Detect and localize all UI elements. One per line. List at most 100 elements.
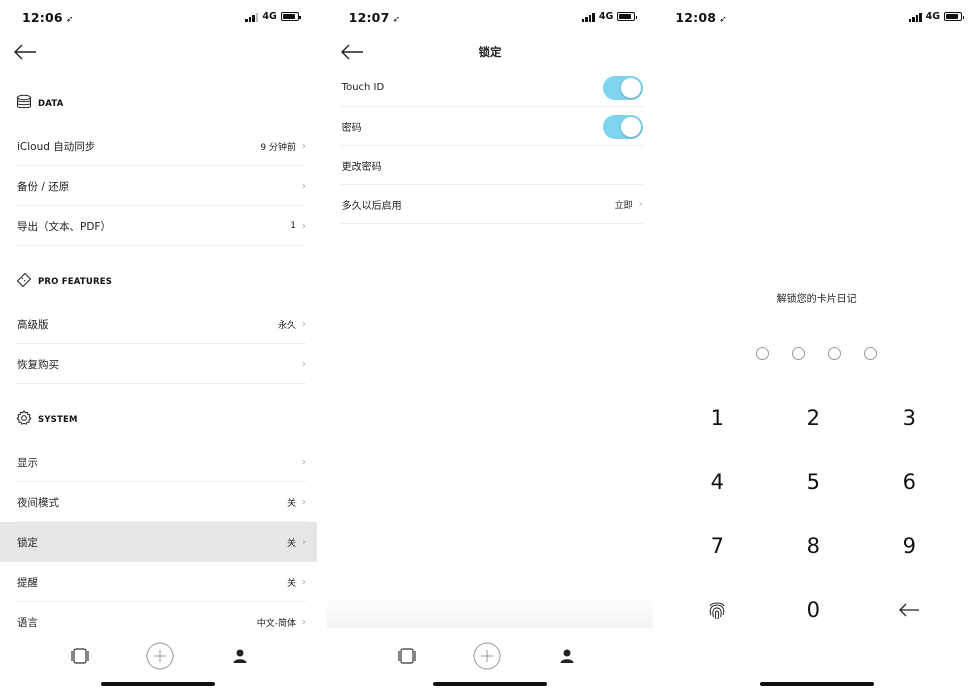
chevron-right-icon: › (302, 140, 306, 152)
pin-dot (792, 347, 806, 360)
unlock-prompt: 解锁您的卡片日记 (776, 294, 857, 305)
battery-icon (280, 12, 301, 21)
key-3[interactable]: 3 (879, 398, 939, 438)
row-reminder[interactable]: 提醒 关 › (0, 562, 317, 602)
row-value: 关 (286, 578, 296, 589)
network-label: 4G (262, 11, 277, 22)
location-icon: ➶ (719, 15, 727, 25)
row-touch-id: Touch ID (327, 68, 654, 107)
row-label: 提醒 (17, 576, 38, 589)
pin-dot (756, 347, 770, 360)
key-9[interactable]: 9 (879, 526, 939, 566)
row-label: 备份 / 还原 (17, 180, 70, 193)
row-premium[interactable]: 高级版 永久 › (0, 304, 317, 344)
row-export[interactable]: 导出（文本、PDF） 1 › (0, 206, 317, 246)
row-label: 显示 (17, 456, 38, 469)
touch-id-toggle[interactable] (602, 75, 643, 100)
row-value: 1 (290, 221, 296, 231)
row-value: 关 (286, 538, 296, 549)
row-change-passcode[interactable]: 更改密码 (327, 146, 654, 185)
back-arrow-icon[interactable] (879, 590, 939, 630)
key-8[interactable]: 8 (783, 526, 843, 566)
cards-icon[interactable] (66, 642, 94, 670)
profile-icon[interactable] (553, 642, 581, 670)
signal-icon (581, 12, 595, 22)
chevron-right-icon: › (302, 456, 306, 468)
lock-settings-screen: 12:07 ➶ 4G 锁定 Touch ID 密码 更改密码 多久以后启用 立即… (326, 0, 654, 692)
row-value: 永久 (277, 320, 296, 331)
network-label: 4G (598, 11, 614, 22)
settings-list: DATA iCloud 自动同步 9 分钟前 › 备份 / 还原 › 导出（文本… (0, 82, 317, 642)
row-require-after[interactable]: 多久以后启用 立即 › (327, 185, 654, 224)
row-lock[interactable]: 锁定 关 › (0, 522, 317, 562)
row-value: 关 (286, 498, 296, 509)
row-icloud-sync[interactable]: iCloud 自动同步 9 分钟前 › (0, 126, 317, 166)
location-icon: ➶ (392, 15, 401, 25)
lock-options-list: Touch ID 密码 更改密码 多久以后启用 立即 › (327, 68, 654, 224)
row-passcode: 密码 (327, 107, 654, 146)
chevron-right-icon: › (638, 199, 643, 210)
chevron-right-icon: › (302, 220, 306, 232)
add-icon[interactable] (473, 642, 501, 670)
home-indicator (101, 682, 216, 686)
chevron-right-icon: › (302, 358, 306, 370)
row-label: 密码 (341, 123, 362, 134)
key-7[interactable]: 7 (687, 526, 747, 566)
section-data-title: DATA (38, 99, 64, 109)
section-system-header: SYSTEM (0, 398, 317, 442)
separator (317, 0, 327, 692)
row-label: 恢复购买 (17, 358, 59, 371)
home-indicator (433, 682, 547, 686)
pin-dot (828, 347, 842, 360)
row-value: 立即 (614, 201, 633, 211)
signal-icon (908, 12, 922, 22)
pin-dot (864, 347, 878, 360)
page-title: 锁定 (478, 45, 502, 59)
section-data-header: DATA (0, 82, 317, 126)
unlock-screen: 12:08 ➶ 4G 解锁您的卡片日记 1 2 3 4 5 6 7 8 9 0 (653, 0, 980, 692)
row-label: 高级版 (17, 318, 49, 331)
ticket-icon (16, 272, 32, 292)
battery-icon (944, 12, 965, 21)
profile-icon[interactable] (226, 642, 254, 670)
status-bar: 12:06 ➶ 4G (0, 0, 317, 36)
row-label: iCloud 自动同步 (17, 140, 96, 153)
key-6[interactable]: 6 (879, 462, 939, 502)
status-bar: 12:08 ➶ 4G (653, 0, 980, 36)
key-0[interactable]: 0 (783, 590, 843, 630)
row-label: 夜间模式 (17, 496, 59, 509)
cards-icon[interactable] (393, 642, 421, 670)
chevron-right-icon: › (302, 576, 306, 588)
row-night-mode[interactable]: 夜间模式 关 › (0, 482, 317, 522)
pin-dots (653, 347, 980, 360)
row-label: 多久以后启用 (341, 201, 402, 212)
network-label: 4G (925, 11, 941, 22)
home-indicator (759, 682, 874, 686)
key-1[interactable]: 1 (687, 398, 747, 438)
key-2[interactable]: 2 (783, 398, 843, 438)
row-label: Touch ID (341, 82, 385, 93)
row-label: 锁定 (17, 536, 38, 549)
row-label: 更改密码 (341, 162, 382, 173)
add-icon[interactable] (146, 642, 174, 670)
row-display[interactable]: 显示 › (0, 442, 317, 482)
chevron-right-icon: › (302, 616, 306, 628)
tab-bar (0, 628, 317, 692)
key-4[interactable]: 4 (687, 462, 747, 502)
status-time: 12:07 ➶ (348, 10, 401, 25)
row-restore-purchase[interactable]: 恢复购买 › (0, 344, 317, 384)
row-backup-restore[interactable]: 备份 / 还原 › (0, 166, 317, 206)
gear-icon (16, 410, 32, 430)
battery-icon (617, 12, 638, 21)
passcode-toggle[interactable] (602, 114, 643, 139)
status-time: 12:08 ➶ (675, 10, 727, 25)
app-screens: 12:06 ➶ 4G DATA iCloud 自动同步 9 分钟前 › 备份 /… (0, 0, 980, 692)
chevron-right-icon: › (302, 496, 306, 508)
back-arrow-icon[interactable] (12, 42, 38, 62)
chevron-right-icon: › (302, 318, 306, 330)
key-5[interactable]: 5 (783, 462, 843, 502)
database-icon (16, 94, 32, 114)
fingerprint-icon[interactable] (687, 590, 747, 630)
section-pro-header: PRO FEATURES (0, 260, 317, 304)
chevron-right-icon: › (302, 180, 306, 192)
